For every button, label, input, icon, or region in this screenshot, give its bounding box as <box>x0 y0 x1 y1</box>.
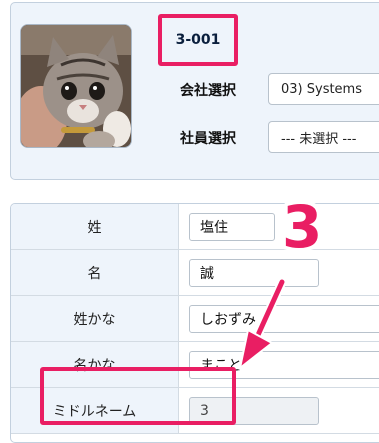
employee-code-highlight: 3-001 <box>158 14 238 66</box>
step-number-callout: 3 <box>282 193 323 261</box>
employee-name-form: 姓 塩住 名 誠 姓かな しおずみ 名かな まこと ミドルネーム 3 <box>10 203 379 443</box>
first-name-kana-value: まこと <box>200 358 242 374</box>
employee-code: 3-001 <box>175 32 221 48</box>
company-select[interactable]: 03) Systems <box>268 73 379 105</box>
last-name-input[interactable]: 塩住 <box>189 213 275 241</box>
last-name-kana-input[interactable]: しおずみ <box>189 305 379 333</box>
form-row-last-name: 姓 塩住 <box>11 204 379 250</box>
last-name-value: 塩住 <box>200 220 228 236</box>
last-name-label: 姓 <box>11 204 179 249</box>
form-row-first-name: 名 誠 <box>11 250 379 296</box>
form-row-middle-name: ミドルネーム 3 <box>11 388 379 434</box>
last-name-kana-value: しおずみ <box>200 312 256 328</box>
form-row-last-name-kana: 姓かな しおずみ <box>11 296 379 342</box>
company-select-label: 会社選択 <box>180 83 236 99</box>
company-select-value: 03) Systems <box>281 81 362 97</box>
employee-photo <box>20 24 132 148</box>
middle-name-input[interactable]: 3 <box>189 397 319 425</box>
first-name-value: 誠 <box>200 266 214 282</box>
last-name-kana-label: 姓かな <box>11 296 179 341</box>
first-name-kana-input[interactable]: まこと <box>189 351 379 379</box>
first-name-kana-label: 名かな <box>11 342 179 387</box>
middle-name-value: 3 <box>200 403 209 419</box>
first-name-input[interactable]: 誠 <box>189 259 319 287</box>
employee-select[interactable]: --- 未選択 --- <box>268 121 379 153</box>
employee-select-label: 社員選択 <box>180 131 236 147</box>
first-name-label: 名 <box>11 250 179 295</box>
employee-select-value: --- 未選択 --- <box>281 131 357 147</box>
form-row-first-name-kana: 名かな まこと <box>11 342 379 388</box>
middle-name-label: ミドルネーム <box>11 388 179 433</box>
